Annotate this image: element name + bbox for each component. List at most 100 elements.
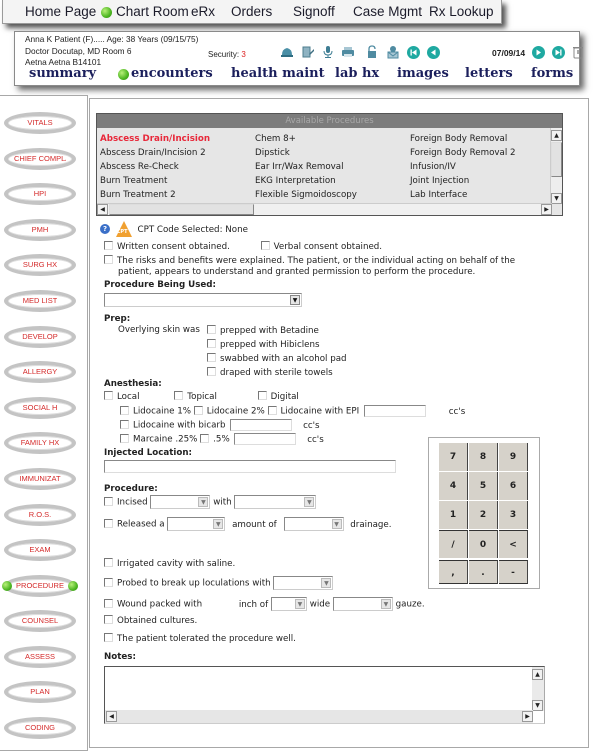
sidebar-item-surg-hx[interactable]: SURG HX [4,254,76,276]
nav-rx-lookup[interactable]: Rx Lookup [429,4,494,19]
gauze-type-select[interactable]: ▼ [332,597,393,611]
notes-textarea[interactable]: ▲ ▼ ◀ ▶ [104,666,545,724]
procedure-item[interactable]: Chem 8+ [255,132,357,146]
released-checkbox[interactable] [104,518,113,528]
probed-with-select[interactable]: ▼ [273,576,334,590]
sidebar-item-social-h[interactable]: SOCIAL H [4,397,76,419]
procedure-item[interactable]: Abscess Drain/Incision [100,132,210,146]
printer-icon[interactable] [341,45,355,59]
sidebar-item-immunizations[interactable]: IMMUNIZAT [4,468,76,490]
scroll-right-icon[interactable]: ▶ [522,711,533,722]
injected-location-input[interactable] [104,460,396,473]
nav-home-page[interactable]: Home Page [25,4,96,19]
marcaine-cc-input[interactable] [234,433,297,445]
procedure-item[interactable]: Burn Treatment [100,174,210,188]
key-3[interactable]: 3 [499,501,528,529]
sidebar-item-med-list[interactable]: MED LIST [4,290,76,312]
lidocaine-2-checkbox[interactable] [193,405,203,415]
sidebar-item-pmh[interactable]: PMH [4,219,76,241]
sidebar-item-counsel[interactable]: COUNSEL [4,610,76,632]
incised-checkbox[interactable] [104,496,113,506]
sidebar-item-vitals[interactable]: VITALS [4,112,76,134]
procedure-item[interactable]: Abscess Re-Check [100,160,210,174]
key-backspace[interactable]: < [499,530,528,558]
procedure-item[interactable]: Abscess Drain/Incision 2 [100,146,210,160]
incised-with-select[interactable]: ▼ [234,495,317,509]
procedure-item[interactable]: Foreign Body Removal 2 [410,146,516,160]
tab-health-maint[interactable]: health maint [231,66,325,81]
procedures-horizontal-scrollbar[interactable]: ◀ ▶ [97,203,552,215]
lidocaine-epi-cc-input[interactable] [364,405,426,417]
sidebar-item-exam[interactable]: EXAM [4,539,76,561]
nav-erx[interactable]: eRx [191,4,215,19]
procedure-item[interactable]: Dipstick [255,146,357,160]
key-7[interactable]: 7 [439,443,468,471]
sidebar-item-chief-complaint[interactable]: CHIEF COMPLAINT [4,148,76,170]
released-amount-select[interactable]: ▼ [167,517,226,531]
anesthesia-local-checkbox[interactable] [104,391,113,400]
tab-encounters[interactable]: encounters [131,66,213,81]
cultures-checkbox[interactable] [104,615,113,624]
nav-signoff[interactable]: Signoff [293,4,335,19]
mail-person-icon[interactable] [386,45,400,59]
incised-select[interactable]: ▼ [150,495,211,509]
help-icon[interactable]: ? [100,224,110,234]
prep-betadine-checkbox[interactable] [207,325,216,334]
key-9[interactable]: 9 [499,443,528,471]
scroll-left-icon[interactable]: ◀ [106,711,117,722]
key-comma[interactable]: , [439,560,468,584]
tab-letters[interactable]: letters [465,66,513,81]
sidebar-item-develop[interactable]: DEVELOP [4,326,76,348]
key-4[interactable]: 4 [439,472,468,500]
tolerated-checkbox[interactable] [104,633,113,642]
procedure-item[interactable]: Ear Irr/Wax Removal [255,160,357,174]
sidebar-item-ros[interactable]: R.O.S. [4,504,76,526]
packing-width-select[interactable]: ▼ [270,597,307,611]
irrigated-checkbox[interactable] [104,558,113,567]
scroll-down-icon[interactable]: ▼ [551,193,562,204]
procedures-vertical-scrollbar[interactable]: ▲ ▼ [550,128,562,204]
probed-checkbox[interactable] [104,577,113,587]
tab-summary[interactable]: summary [29,66,96,81]
key-8[interactable]: 8 [469,443,498,471]
key-2[interactable]: 2 [469,501,498,529]
document-edit-icon[interactable] [301,45,315,59]
drainage-type-select[interactable]: ▼ [283,517,344,531]
trash-icon[interactable] [571,45,585,59]
procedure-item[interactable]: Burn Treatment 2 [100,188,210,202]
scroll-left-icon[interactable]: ◀ [97,204,108,215]
procedure-item[interactable]: Foreign Body Removal [410,132,516,146]
lidocaine-bicarb-cc-input[interactable] [230,419,293,431]
tab-lab-hx[interactable]: lab hx [335,66,379,81]
key-minus[interactable]: - [499,560,528,584]
prep-alcohol-checkbox[interactable] [207,353,216,362]
scroll-up-icon[interactable]: ▲ [532,669,543,680]
lock-icon[interactable] [365,45,379,59]
procedure-item[interactable]: Lab Interface [410,188,516,202]
first-record-icon[interactable] [407,46,420,59]
tab-forms[interactable]: forms [531,66,573,81]
microphone-icon[interactable] [321,45,335,59]
key-period[interactable]: . [469,560,498,584]
marcaine-5-checkbox[interactable] [200,433,210,443]
risks-explained-checkbox[interactable] [104,255,113,264]
nav-case-mgmt[interactable]: Case Mgmt [353,4,422,19]
written-consent-checkbox[interactable] [104,241,113,250]
anesthesia-digital-checkbox[interactable] [257,391,267,400]
sidebar-item-coding[interactable]: CODING [4,717,76,739]
last-record-icon[interactable] [552,46,565,59]
procedure-item[interactable]: Joint Injection [410,174,516,188]
key-0[interactable]: 0 [469,530,498,558]
tab-images[interactable]: images [397,66,449,81]
vertical-scroll-thumb[interactable] [551,142,562,177]
notes-horizontal-scrollbar[interactable]: ◀ ▶ [105,710,533,723]
nav-orders[interactable]: Orders [231,4,272,19]
notes-vertical-scrollbar[interactable]: ▲ ▼ [532,667,544,711]
scroll-up-icon[interactable]: ▲ [551,130,562,141]
nav-chart-room[interactable]: Chart Room [116,4,189,19]
sidebar-item-plan[interactable]: PLAN [4,681,76,703]
lidocaine-1-checkbox[interactable] [120,405,129,415]
prep-towels-checkbox[interactable] [207,367,216,376]
procedure-item[interactable]: Infusion/IV [410,160,516,174]
anesthesia-topical-checkbox[interactable] [174,391,184,400]
